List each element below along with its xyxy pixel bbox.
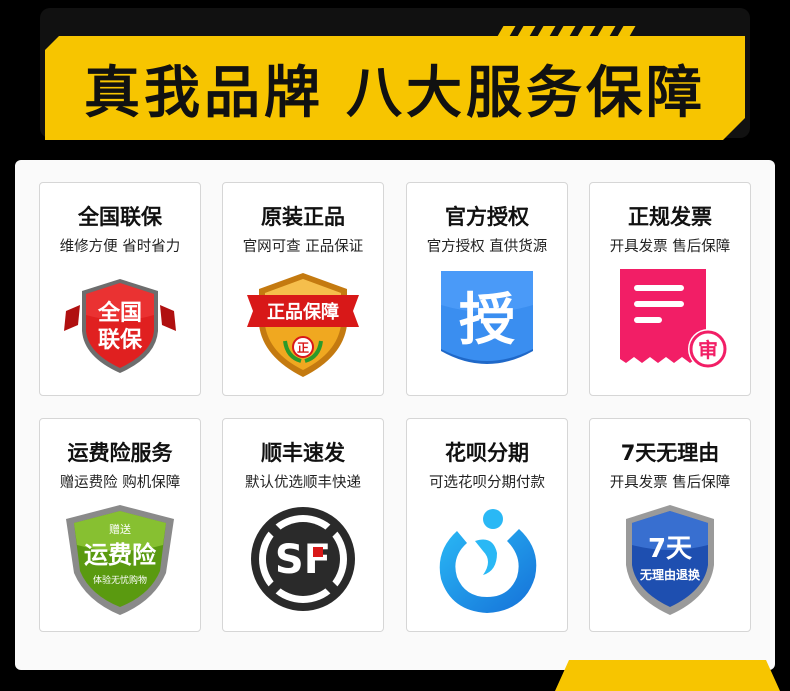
svg-text:联保: 联保	[98, 328, 143, 353]
svg-text:审: 审	[698, 338, 718, 362]
title-part-brand: 真我品牌	[84, 60, 324, 126]
service-card-genuine-product: 原装正品 官网可查 正品保证 正品保障 正	[222, 182, 384, 396]
official-authorization-icon: 授	[427, 265, 547, 383]
card-title: 原装正品	[261, 205, 345, 229]
svg-text:无理由退换: 无理由退换	[639, 567, 701, 582]
seven-day-return-shield-icon: 7天 无理由退换	[610, 501, 730, 619]
card-title: 正规发票	[628, 205, 712, 229]
svg-text:体验无忧购物: 体验无忧购物	[93, 574, 147, 586]
huabei-logo-icon	[427, 501, 547, 619]
card-title: 全国联保	[78, 205, 162, 229]
service-card-formal-invoice: 正规发票 开具发票 售后保障 审	[589, 182, 751, 396]
card-subtitle: 维修方便 省时省力	[59, 239, 181, 255]
card-title: 顺丰速发	[261, 441, 345, 465]
card-subtitle: 赠运费险 购机保障	[59, 475, 181, 491]
card-subtitle: 默认优选顺丰快递	[245, 475, 361, 491]
service-card-huabei-installment: 花呗分期 可选花呗分期付款	[406, 418, 568, 632]
card-title: 花呗分期	[445, 441, 529, 465]
card-title: 官方授权	[445, 205, 529, 229]
svg-text:7天: 7天	[648, 534, 692, 564]
sf-express-logo-icon: SF	[243, 501, 363, 619]
page-title: 真我品牌 八大服务保障	[84, 48, 706, 129]
service-card-nationwide-warranty: 全国联保 维修方便 省时省力 全国 联保	[39, 182, 201, 396]
shipping-insurance-badge-icon: 赠送 运费险 体验无忧购物	[60, 501, 180, 619]
card-subtitle: 开具发票 售后保障	[609, 239, 731, 255]
svg-text:运费险: 运费险	[84, 541, 157, 569]
bottom-tab-decoration	[555, 660, 780, 691]
card-subtitle: 官方授权 直供货源	[426, 239, 548, 255]
service-card-shipping-insurance: 运费险服务 赠运费险 购机保障 赠送 运费险 体验无忧购物	[39, 418, 201, 632]
card-title: 7天无理由	[620, 441, 720, 465]
title-banner: 真我品牌 八大服务保障	[45, 36, 745, 140]
card-subtitle: 可选花呗分期付款	[429, 475, 545, 491]
invoice-icon: 审	[610, 265, 730, 383]
service-card-official-authorization: 官方授权 官方授权 直供货源 授	[406, 182, 568, 396]
svg-text:SF: SF	[275, 537, 331, 583]
card-title: 运费险服务	[67, 441, 173, 465]
service-card-seven-day-return: 7天无理由 开具发票 售后保障 7天 无理由退换	[589, 418, 751, 632]
title-part-services: 八大服务保障	[346, 60, 706, 126]
card-subtitle: 官网可查 正品保证	[242, 239, 364, 255]
svg-text:正: 正	[297, 341, 309, 355]
genuine-product-badge-icon: 正品保障 正	[243, 265, 363, 383]
card-subtitle: 开具发票 售后保障	[609, 475, 731, 491]
svg-text:全国: 全国	[97, 300, 142, 326]
svg-text:赠送: 赠送	[109, 522, 131, 536]
svg-text:授: 授	[459, 288, 515, 353]
service-card-sf-express: 顺丰速发 默认优选顺丰快递 SF	[222, 418, 384, 632]
nationwide-warranty-badge-icon: 全国 联保	[60, 265, 180, 383]
svg-text:正品保障: 正品保障	[267, 301, 339, 323]
